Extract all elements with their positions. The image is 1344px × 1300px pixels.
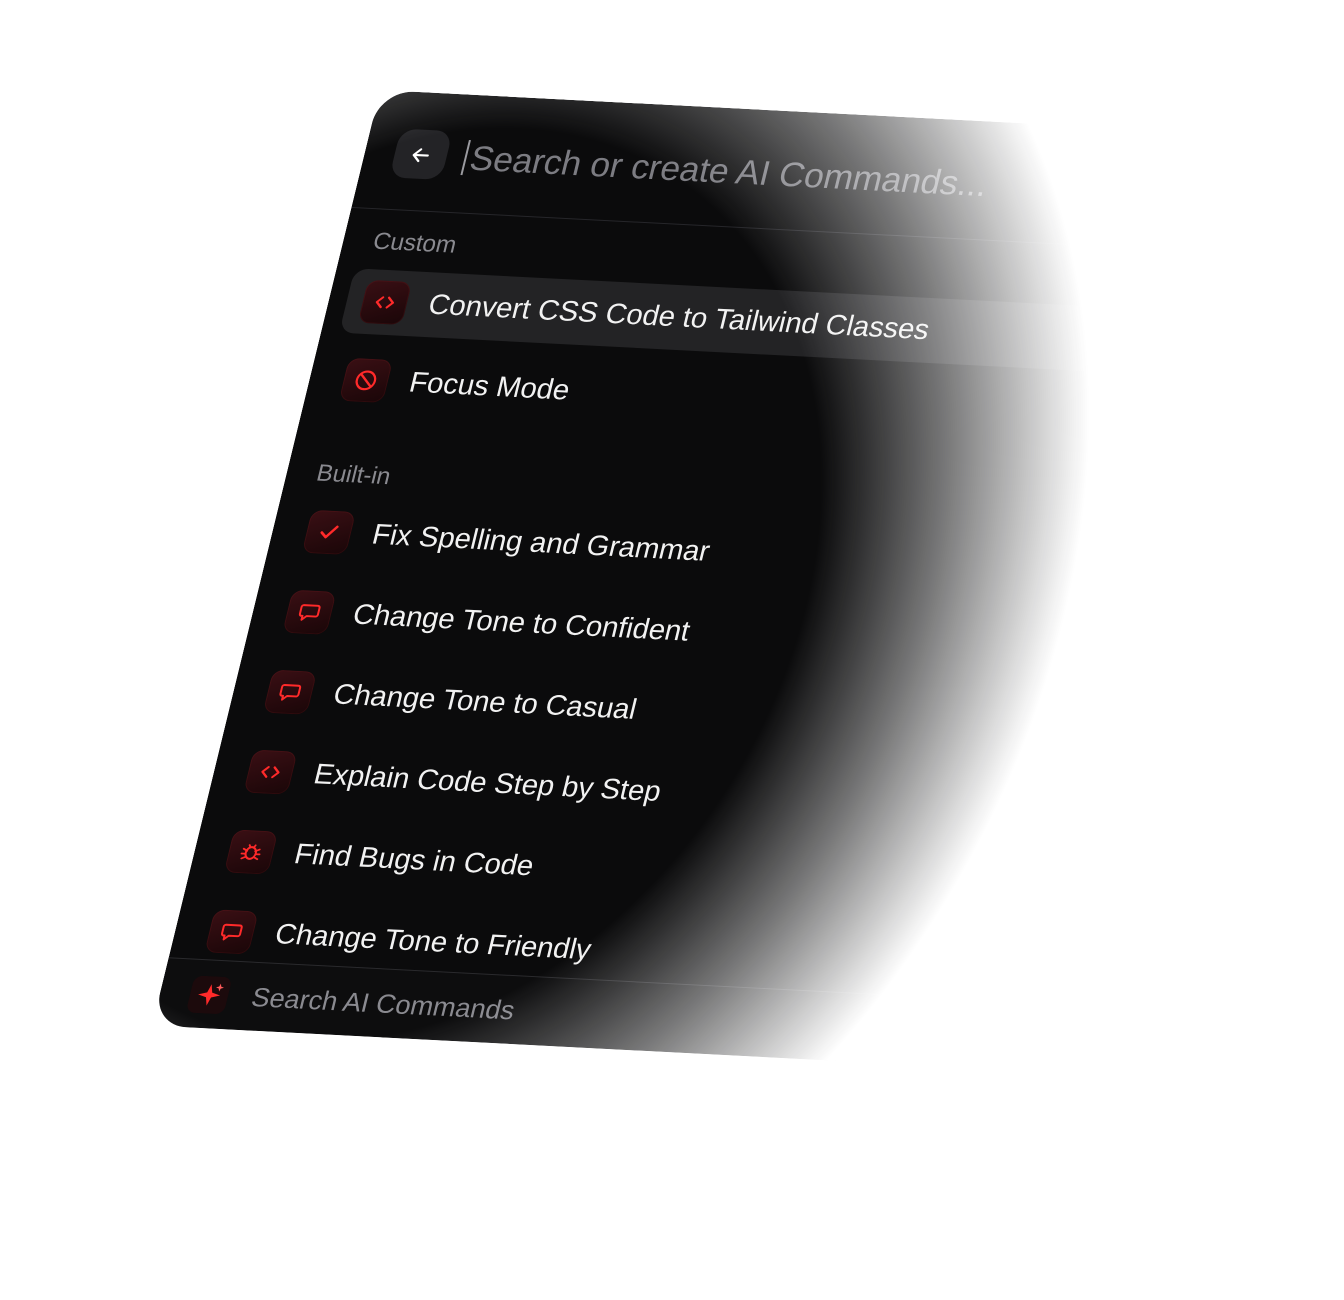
command-label: Convert CSS Code to Tailwind Classes [425,289,933,347]
code-icon [243,749,298,795]
back-button[interactable] [389,128,453,180]
arrow-left-icon [407,140,435,167]
command-label: Change Tone to Friendly [271,918,595,967]
speech-bubble-icon [282,589,337,635]
speech-bubble-icon [262,669,318,715]
checkmark-icon [301,509,357,555]
speech-bubble-icon [204,909,259,955]
search-input[interactable] [464,134,1344,229]
command-label: Find Bugs in Code [291,838,538,883]
bug-icon [223,829,279,875]
command-label: Change Tone to Confident [349,598,694,648]
section-label-custom: Custom [370,227,460,259]
command-label: Explain Code Step by Step [310,758,665,808]
search-field [459,134,1344,229]
code-icon [357,279,413,325]
sparkle-icon [186,975,233,1014]
command-label: Focus Mode [406,367,574,407]
palette-header [351,90,1344,270]
stage: Custom Convert CSS Code to Tailwind Clas… [0,0,1344,1300]
ai-commands-palette: Custom Convert CSS Code to Tailwind Clas… [151,90,1344,1089]
command-label: Fix Spelling and Grammar [369,519,714,568]
command-label: Change Tone to Casual [330,678,640,726]
prohibited-icon [338,357,394,403]
footer-label[interactable]: Search AI Commands [248,983,517,1027]
section-label-builtin: Built-in [313,459,394,490]
